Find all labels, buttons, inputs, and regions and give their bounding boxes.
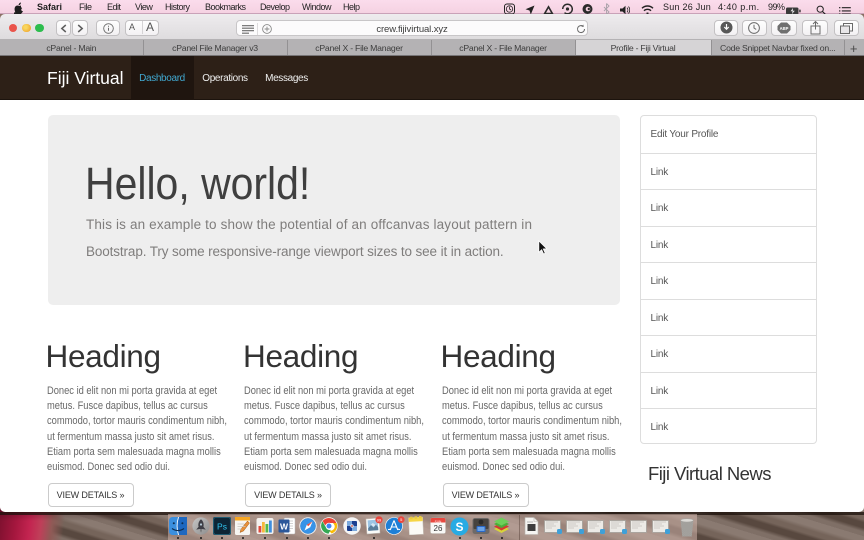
- svg-text:ABP: ABP: [780, 25, 789, 30]
- svg-text:W: W: [279, 522, 288, 532]
- svg-text:Ps: Ps: [217, 522, 227, 532]
- svg-text:S: S: [455, 520, 463, 534]
- svg-text:26: 26: [433, 524, 442, 533]
- svg-text:99: 99: [377, 517, 382, 522]
